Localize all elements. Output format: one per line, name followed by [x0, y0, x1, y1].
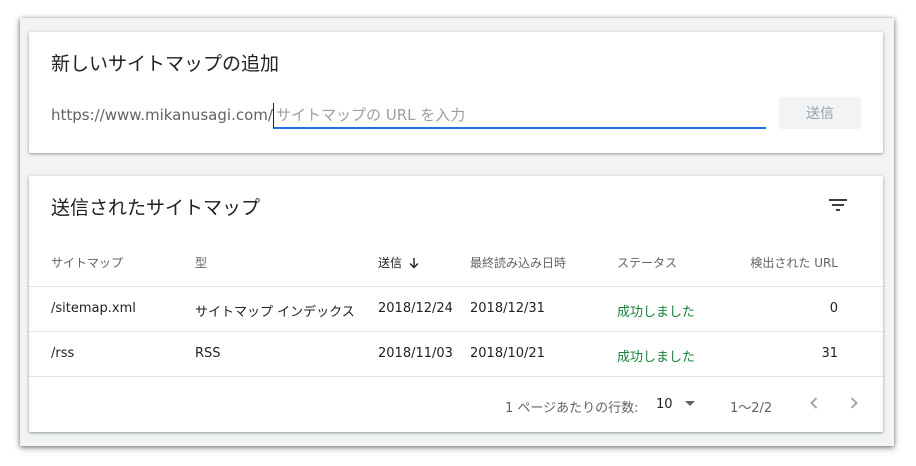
arrow-down-icon: [409, 258, 419, 269]
rows-per-page-select[interactable]: 10: [656, 393, 706, 417]
submit-button[interactable]: 送信: [779, 97, 861, 129]
table-header: サイトマップ 型 送信 最終読み込み日時 ステータス 検出された URL: [29, 246, 883, 287]
table-row[interactable]: /sitemap.xml サイトマップ インデックス 2018/12/24 20…: [29, 287, 883, 332]
cell-sitemap: /rss: [51, 346, 75, 361]
cell-submitted: 2018/11/03: [378, 346, 453, 361]
cell-submitted: 2018/12/24: [378, 301, 453, 316]
chevron-left-icon[interactable]: [802, 391, 826, 415]
table-footer: 1 ページあたりの行数: 10 1〜2/2: [29, 377, 883, 432]
cell-status: 成功しました: [617, 350, 696, 365]
add-sitemap-card: 新しいサイトマップの追加 https://www.mikanusagi.com/…: [29, 32, 883, 153]
cell-status: 成功しました: [617, 305, 696, 320]
cell-type: サイトマップ インデックス: [195, 305, 355, 320]
chevron-right-icon[interactable]: [842, 391, 866, 415]
column-header-sitemap[interactable]: サイトマップ: [51, 254, 123, 271]
caret-down-icon: [685, 401, 695, 406]
submitted-sitemaps-card: 送信されたサイトマップ サイトマップ 型 送信 最終読み込み日時 ステータス 検…: [29, 176, 883, 432]
column-header-submitted-label: 送信: [378, 256, 403, 270]
column-header-submitted[interactable]: 送信: [378, 254, 420, 271]
column-header-type[interactable]: 型: [195, 254, 207, 271]
cell-last-read: 2018/12/31: [470, 301, 545, 316]
column-header-last-read[interactable]: 最終読み込み日時: [470, 254, 566, 271]
cell-sitemap: /sitemap.xml: [51, 301, 136, 316]
column-header-status[interactable]: ステータス: [617, 254, 677, 271]
cell-last-read: 2018/10/21: [470, 346, 545, 361]
table-row[interactable]: /rss RSS 2018/11/03 2018/10/21 成功しました 31: [29, 332, 883, 377]
submitted-sitemaps-title: 送信されたサイトマップ: [51, 197, 261, 219]
add-sitemap-title: 新しいサイトマップの追加: [51, 53, 280, 75]
rows-per-page-label: 1 ページあたりの行数:: [505, 401, 639, 416]
cell-discovered-urls: 31: [821, 346, 838, 361]
pagination-range: 1〜2/2: [730, 401, 773, 416]
rows-per-page-value: 10: [656, 397, 673, 412]
column-header-discovered-urls[interactable]: 検出された URL: [750, 254, 838, 271]
screenshot-frame: 新しいサイトマップの追加 https://www.mikanusagi.com/…: [20, 18, 894, 446]
url-prefix: https://www.mikanusagi.com/: [51, 106, 273, 124]
cell-type: RSS: [195, 346, 221, 361]
cell-discovered-urls: 0: [829, 301, 838, 316]
filter-icon[interactable]: [826, 193, 850, 217]
sitemap-url-input[interactable]: [273, 103, 766, 129]
